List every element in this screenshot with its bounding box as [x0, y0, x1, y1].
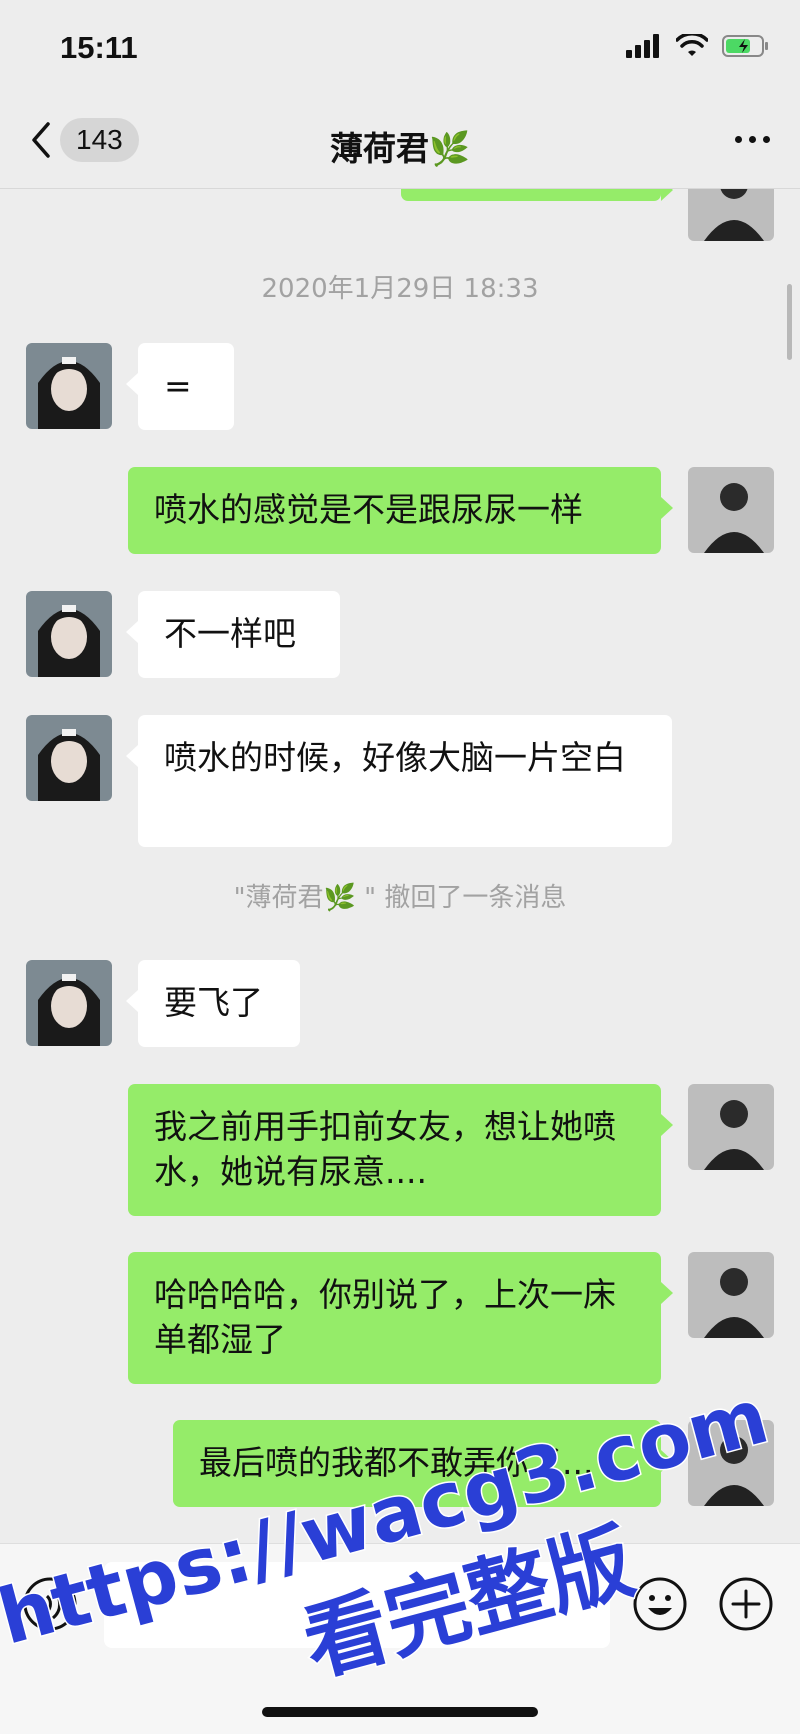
timestamp-separator: 2020年1月29日 18:33 — [261, 274, 539, 304]
voice-button[interactable] — [22, 1576, 78, 1636]
recall-notice: "薄荷君🌿 " 撤回了一条消息 — [233, 883, 567, 913]
chat-header: 143 薄荷君🌿 — [0, 100, 800, 189]
message-bubble[interactable]: 不一样吧 — [126, 591, 340, 678]
avatar-contact[interactable] — [26, 591, 112, 677]
more-icon[interactable] — [735, 136, 770, 143]
status-icons — [626, 34, 770, 58]
message-bubble-partial[interactable] — [401, 189, 673, 201]
signal-icon — [626, 34, 659, 58]
message-input[interactable] — [104, 1562, 610, 1648]
avatar-self[interactable] — [688, 189, 774, 241]
message-bubble[interactable]: 要飞了 — [126, 960, 300, 1047]
avatar-contact[interactable] — [26, 715, 112, 801]
plus-button[interactable] — [718, 1576, 774, 1636]
message-bubble[interactable]: 哈哈哈哈，你别说了，上次一床单都湿了 — [128, 1252, 673, 1384]
emoji-button[interactable] — [632, 1576, 688, 1636]
voice-icon — [23, 1577, 77, 1631]
message-bubble[interactable]: 最后喷的我都不敢弄你了... — [173, 1420, 673, 1507]
message-bubble[interactable]: 喷水的时候，好像大脑一片空白 — [126, 715, 672, 847]
message-bubble[interactable]: = — [126, 343, 234, 430]
scrollbar[interactable] — [787, 284, 792, 360]
emoji-icon — [633, 1577, 687, 1631]
avatar-contact[interactable] — [26, 960, 112, 1046]
status-time: 15:11 — [60, 30, 138, 65]
avatar-contact[interactable] — [26, 343, 112, 429]
input-bar — [0, 1543, 800, 1734]
avatar-self[interactable] — [688, 1252, 774, 1338]
chat-title: 薄荷君🌿 — [329, 129, 471, 168]
home-indicator — [262, 1707, 538, 1717]
status-bar: 15:11 — [0, 0, 800, 100]
message-bubble[interactable]: 我之前用手扣前女友，想让她喷水，她说有尿意.... — [128, 1084, 673, 1216]
avatar-self[interactable] — [688, 1084, 774, 1170]
battery-icon — [722, 35, 768, 57]
chat-message-list[interactable]: 2020年1月29日 18:33 = 喷水的感觉是不是跟尿尿一样 不一样吧 喷水… — [0, 189, 800, 1544]
wifi-icon — [676, 34, 708, 56]
plus-icon — [719, 1577, 773, 1631]
message-bubble[interactable]: 喷水的感觉是不是跟尿尿一样 — [128, 467, 673, 554]
avatar-self[interactable] — [688, 467, 774, 553]
avatar-self[interactable] — [688, 1420, 774, 1506]
